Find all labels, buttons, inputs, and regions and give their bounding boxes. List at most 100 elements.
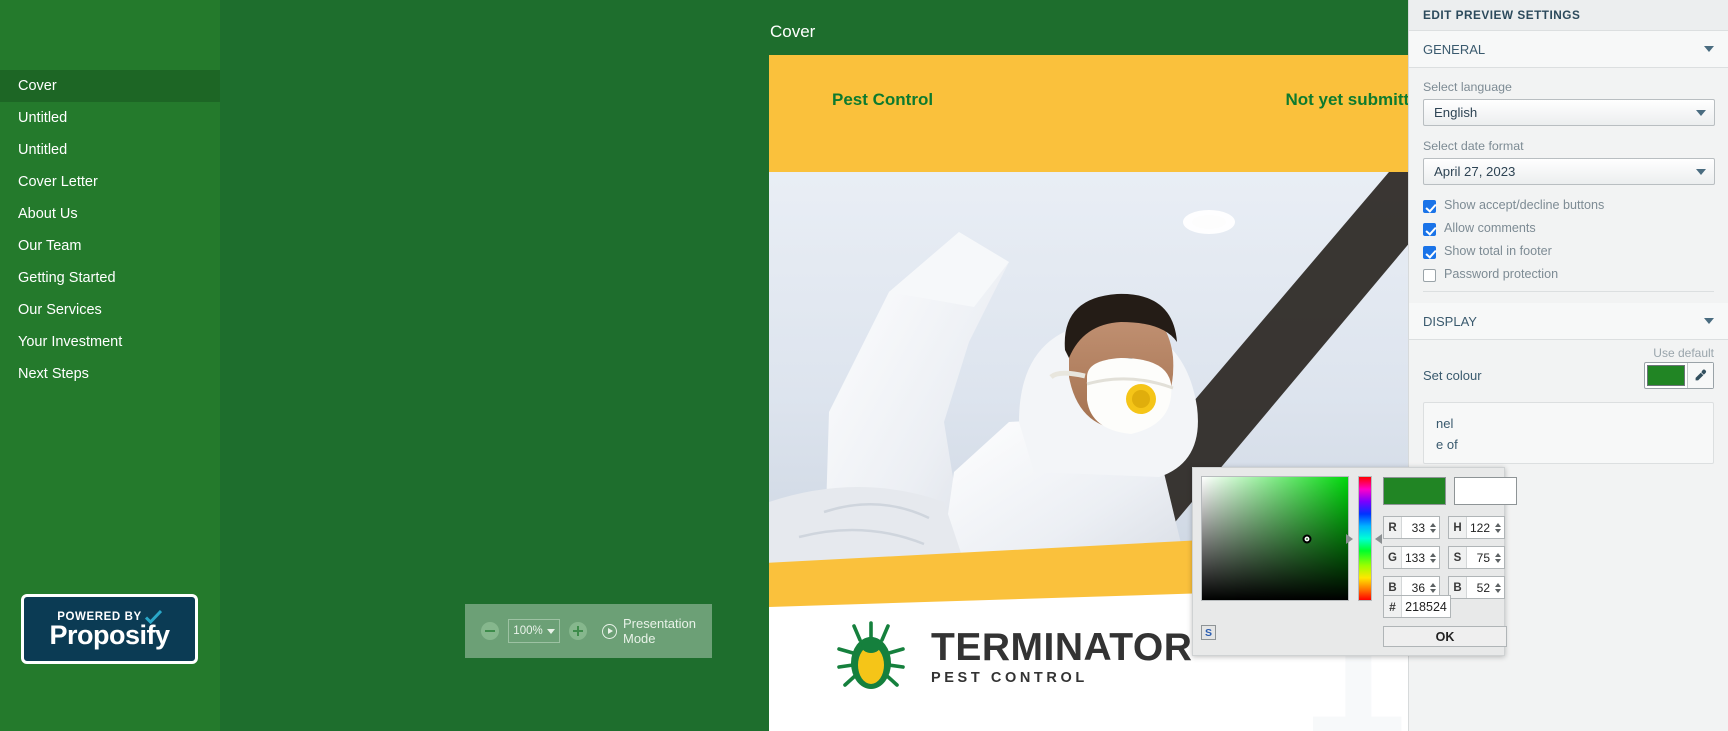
- powered-by-proposify-badge[interactable]: POWERED BY Proposify: [21, 594, 198, 664]
- checkbox-label: Show accept/decline buttons: [1444, 198, 1605, 212]
- swatch-toggle-button[interactable]: S: [1201, 625, 1216, 640]
- preview-new-colour: [1383, 477, 1446, 505]
- set-colour-row: Set colour: [1409, 360, 1728, 389]
- saturation-value-field[interactable]: [1201, 476, 1349, 601]
- obscured-text-line-2: e of: [1436, 437, 1458, 452]
- field-green-key: G: [1384, 547, 1402, 568]
- field-red-spinner[interactable]: [1428, 522, 1439, 533]
- field-hue-value: 122: [1469, 520, 1490, 535]
- left-sidebar: Cover Untitled Untitled Cover Letter Abo…: [0, 0, 220, 731]
- page-item-your-investment[interactable]: Your Investment: [0, 326, 220, 358]
- use-default-link[interactable]: Use default: [1409, 340, 1728, 360]
- page-item-cover-letter[interactable]: Cover Letter: [0, 166, 220, 198]
- hue-slider-wrap: [1346, 476, 1382, 601]
- field-hue[interactable]: H 122: [1448, 516, 1505, 539]
- obscured-text-line-1: nel: [1436, 416, 1454, 431]
- section-title-display: DISPLAY: [1423, 313, 1477, 329]
- checkbox-icon-checked: [1423, 200, 1436, 213]
- presentation-mode-button[interactable]: Presentation Mode: [602, 616, 696, 646]
- hex-value: 218524: [1405, 599, 1447, 614]
- chevron-down-icon: [546, 628, 555, 634]
- page-item-label: Next Steps: [18, 366, 89, 382]
- page-item-cover[interactable]: Cover: [0, 70, 220, 102]
- field-saturation[interactable]: S 75: [1448, 546, 1505, 569]
- field-green-spinner[interactable]: [1428, 552, 1439, 563]
- page-item-next-steps[interactable]: Next Steps: [0, 358, 220, 390]
- ok-button-label: OK: [1435, 629, 1455, 644]
- panel-header-title: EDIT PREVIEW SETTINGS: [1409, 0, 1728, 31]
- page-title: Cover: [770, 22, 816, 41]
- page-item-label: Untitled: [18, 142, 68, 158]
- zoom-level-value: 100%: [513, 625, 543, 637]
- date-format-select-value: April 27, 2023: [1434, 164, 1516, 179]
- field-saturation-spinner[interactable]: [1493, 552, 1504, 563]
- zoom-out-icon[interactable]: [481, 622, 499, 640]
- field-brightness[interactable]: B 52: [1448, 576, 1505, 599]
- proposify-brand-text: Proposify: [49, 619, 170, 650]
- page-item-our-team[interactable]: Our Team: [0, 230, 220, 262]
- checkbox-icon-checked: [1423, 246, 1436, 259]
- field-saturation-value: 75: [1476, 550, 1490, 565]
- field-brightness-key: B: [1449, 577, 1467, 598]
- field-hue-spinner[interactable]: [1493, 522, 1504, 533]
- field-red[interactable]: R 33: [1383, 516, 1440, 539]
- checkbox-password-protection[interactable]: Password protection: [1423, 267, 1714, 282]
- field-blue-value: 36: [1411, 580, 1425, 595]
- section-divider: [1423, 291, 1714, 292]
- checkbox-icon-checked: [1423, 223, 1436, 236]
- chevron-down-icon: [1696, 109, 1706, 116]
- page-item-label: Cover Letter: [18, 174, 98, 190]
- page-item-label: Your Investment: [18, 334, 123, 350]
- checkbox-show-total-in-footer[interactable]: Show total in footer: [1423, 244, 1714, 259]
- checkbox-label: Password protection: [1444, 267, 1559, 281]
- section-title-general: GENERAL: [1423, 41, 1486, 57]
- hue-right-arrow-icon: [1375, 534, 1382, 544]
- language-select-value: English: [1434, 105, 1478, 120]
- field-green-value: 133: [1404, 550, 1425, 565]
- page-item-untitled-1[interactable]: Untitled: [0, 102, 220, 134]
- sv-cursor-handle[interactable]: [1302, 534, 1312, 544]
- page-item-untitled-2[interactable]: Untitled: [0, 134, 220, 166]
- hex-input[interactable]: # 218524: [1383, 595, 1451, 618]
- page-item-our-services[interactable]: Our Services: [0, 294, 220, 326]
- section-header-display[interactable]: DISPLAY: [1409, 303, 1728, 340]
- general-section-body: Select language English Select date form…: [1409, 68, 1728, 292]
- hue-slider[interactable]: [1358, 476, 1372, 601]
- proposify-editor-window: Cover Untitled Untitled Cover Letter Abo…: [0, 0, 1728, 731]
- preview-previous-colour[interactable]: [1454, 477, 1517, 505]
- document-client-name: Pest Control: [832, 90, 934, 109]
- color-picker-dialog[interactable]: R 33 G 133 B 36 H 122 S 75 B 52 # 218524…: [1192, 467, 1517, 656]
- select-date-format-label: Select date format: [1423, 139, 1524, 153]
- colour-swatch-button[interactable]: [1647, 365, 1685, 386]
- checkbox-label: Allow comments: [1444, 221, 1536, 235]
- canvas-toolbar: 100% Presentation Mode: [465, 604, 712, 658]
- eyedropper-icon[interactable]: [1687, 363, 1713, 388]
- field-blue-spinner[interactable]: [1428, 582, 1439, 593]
- checkbox-label: Show total in footer: [1444, 244, 1552, 258]
- page-item-label: Our Team: [18, 238, 82, 254]
- logo-company-name: TERMINATOR: [931, 626, 1193, 669]
- colour-control[interactable]: [1644, 362, 1714, 389]
- field-red-value: 33: [1411, 520, 1425, 535]
- page-item-getting-started[interactable]: Getting Started: [0, 262, 220, 294]
- checkbox-allow-comments[interactable]: Allow comments: [1423, 221, 1714, 236]
- field-brightness-value: 52: [1476, 580, 1490, 595]
- chevron-down-icon: [1704, 318, 1714, 324]
- page-item-about-us[interactable]: About Us: [0, 198, 220, 230]
- logo-tagline: PEST CONTROL: [931, 670, 1088, 686]
- field-green[interactable]: G 133: [1383, 546, 1440, 569]
- field-brightness-spinner[interactable]: [1493, 582, 1504, 593]
- eyedropper-glyph: [1695, 369, 1707, 381]
- section-header-general[interactable]: GENERAL: [1409, 31, 1728, 68]
- page-list: Cover Untitled Untitled Cover Letter Abo…: [0, 70, 220, 390]
- document-logo: TERMINATOR PEST CONTROL: [829, 615, 1192, 699]
- zoom-in-icon[interactable]: [569, 622, 587, 640]
- field-saturation-key: S: [1449, 547, 1467, 568]
- checkbox-show-accept-decline[interactable]: Show accept/decline buttons: [1423, 198, 1714, 213]
- ok-button[interactable]: OK: [1383, 626, 1507, 647]
- date-format-select[interactable]: April 27, 2023: [1423, 158, 1715, 185]
- zoom-level-select[interactable]: 100%: [508, 619, 560, 643]
- language-select[interactable]: English: [1423, 99, 1715, 126]
- use-default-label: Use default: [1653, 346, 1714, 360]
- page-item-label: About Us: [18, 206, 78, 222]
